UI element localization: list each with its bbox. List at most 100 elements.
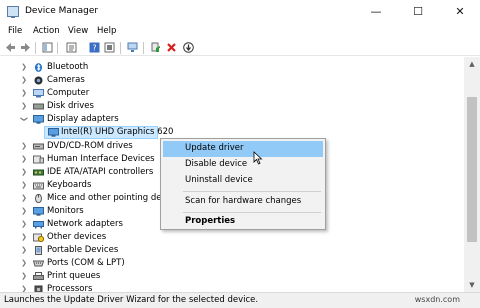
chevron-down-icon[interactable]: ❯ <box>19 115 29 123</box>
watermark: wsxdn.com <box>414 295 460 304</box>
help-icon[interactable]: ? <box>89 42 100 53</box>
tree-item-label: Keyboards <box>47 180 92 190</box>
tree-item-cameras[interactable]: ❯ Cameras <box>0 74 464 87</box>
computer-icon <box>33 89 44 98</box>
display-adapter-icon <box>48 128 59 137</box>
menu-view[interactable]: View <box>68 26 88 36</box>
tree-item-bluetooth[interactable]: ❯ Bluetooth <box>0 61 464 74</box>
status-bar: Launches the Update Driver Wizard for th… <box>0 292 480 308</box>
chevron-right-icon[interactable]: ❯ <box>20 180 28 190</box>
tree-item-display-adapters[interactable]: ❯ Display adapters <box>0 113 464 126</box>
chevron-right-icon[interactable]: ❯ <box>20 75 28 85</box>
keyboard-icon <box>33 182 44 190</box>
chevron-right-icon[interactable]: ❯ <box>20 232 28 242</box>
chevron-right-icon[interactable]: ❯ <box>20 245 28 255</box>
menu-help[interactable]: Help <box>97 26 116 36</box>
context-menu: Update driver Disable device Uninstall d… <box>160 138 326 230</box>
tree-item-label: Display adapters <box>47 114 119 124</box>
chevron-right-icon[interactable]: ❯ <box>20 193 28 203</box>
tree-item-processors[interactable]: ❯ Processors <box>0 283 464 292</box>
tree-item-print-queues[interactable]: ❯ Print queues <box>0 270 464 283</box>
tree-item-label: DVD/CD-ROM drives <box>47 141 133 151</box>
tree-item-label: Portable Devices <box>47 245 119 255</box>
tree-item-label: Other devices <box>47 232 107 242</box>
menu-item-label: Update driver <box>185 143 244 153</box>
menu-separator <box>183 191 321 192</box>
toolbar-divider <box>120 42 121 54</box>
close-button[interactable]: ✕ <box>440 0 480 24</box>
maximize-button[interactable]: ☐ <box>398 0 438 24</box>
mouse-cursor-icon <box>253 151 263 165</box>
scroll-up-icon[interactable]: ▲ <box>464 57 480 71</box>
hid-icon <box>33 155 44 164</box>
enable-device-icon[interactable] <box>183 42 194 53</box>
toolbar: ? <box>0 40 480 56</box>
chevron-right-icon[interactable]: ❯ <box>20 206 28 216</box>
scroll-down-icon[interactable]: ▼ <box>464 278 480 292</box>
tree-item-label: Bluetooth <box>47 62 89 72</box>
tree-item-disk-drives[interactable]: ❯ Disk drives <box>0 100 464 113</box>
menu-separator <box>183 212 321 213</box>
toolbar-divider <box>35 42 36 54</box>
tree-item-label: Cameras <box>47 75 85 85</box>
scan-hardware-changes-menu-item[interactable]: Scan for hardware changes <box>163 194 323 210</box>
update-driver-menu-item[interactable]: Update driver <box>163 141 323 157</box>
title-bar: Device Manager — ☐ ✕ <box>0 0 480 24</box>
menu-bar: File Action View Help <box>0 24 480 40</box>
properties-icon[interactable] <box>66 42 77 53</box>
tree-item-label: Print queues <box>47 271 101 281</box>
menu-item-label: Disable device <box>185 159 248 169</box>
chevron-right-icon[interactable]: ❯ <box>20 219 28 229</box>
toolbar-divider <box>57 42 58 54</box>
disable-device-menu-item[interactable]: Disable device <box>163 157 323 173</box>
chevron-right-icon[interactable]: ❯ <box>20 62 28 72</box>
forward-icon[interactable] <box>20 42 31 53</box>
chevron-right-icon[interactable]: ❯ <box>20 167 28 177</box>
tree-item-label: Monitors <box>47 206 84 216</box>
tree-item-computer[interactable]: ❯ Computer <box>0 87 464 100</box>
tree-item-label: IDE ATA/ATAPI controllers <box>47 167 154 177</box>
chevron-right-icon[interactable]: ❯ <box>20 284 28 292</box>
chevron-right-icon[interactable]: ❯ <box>20 258 28 268</box>
tree-item-label: Ports (COM & LPT) <box>47 258 125 268</box>
processor-icon <box>34 285 43 292</box>
minimize-button[interactable]: — <box>356 0 396 24</box>
uninstall-icon[interactable] <box>166 42 177 53</box>
update-driver-icon[interactable] <box>150 42 161 53</box>
scan-hardware-icon[interactable] <box>127 42 138 53</box>
tree-item-label: Processors <box>47 284 93 292</box>
tree-item-label: Disk drives <box>47 101 94 111</box>
tree-item-label: Computer <box>47 88 90 98</box>
chevron-right-icon[interactable]: ❯ <box>20 88 28 98</box>
tree-item-label: Network adapters <box>47 219 123 229</box>
monitor-icon <box>33 207 44 216</box>
mouse-icon <box>35 194 42 203</box>
dvd-drive-icon <box>33 143 44 150</box>
menu-file[interactable]: File <box>8 26 22 36</box>
tree-item-ports[interactable]: ❯ Ports (COM & LPT) <box>0 257 464 270</box>
camera-icon <box>34 76 43 85</box>
menu-item-label: Uninstall device <box>185 175 253 185</box>
menu-action[interactable]: Action <box>33 26 60 36</box>
disk-drive-icon <box>33 103 44 110</box>
tree-item-portable-devices[interactable]: ❯ Portable Devices <box>0 244 464 257</box>
window-title: Device Manager <box>25 6 99 16</box>
chevron-right-icon[interactable]: ❯ <box>20 154 28 164</box>
chevron-right-icon[interactable]: ❯ <box>20 141 28 151</box>
action-icon[interactable] <box>104 42 115 53</box>
back-icon[interactable] <box>5 42 16 53</box>
show-hide-tree-icon[interactable] <box>42 42 53 53</box>
toolbar-divider <box>143 42 144 54</box>
chevron-right-icon[interactable]: ❯ <box>20 101 28 111</box>
printer-icon <box>33 272 44 280</box>
scrollbar-thumb[interactable] <box>467 97 477 242</box>
tree-item-other-devices[interactable]: ❯ Other devices <box>0 231 464 244</box>
tree-item-label: Intel(R) UHD Graphics 620 <box>61 127 174 137</box>
ide-controller-icon <box>33 169 44 176</box>
properties-menu-item[interactable]: Properties <box>163 214 323 230</box>
vertical-scrollbar[interactable]: ▲ ▼ <box>464 57 480 292</box>
device-manager-icon <box>7 6 19 18</box>
chevron-right-icon[interactable]: ❯ <box>20 271 28 281</box>
other-devices-icon <box>33 233 44 242</box>
uninstall-device-menu-item[interactable]: Uninstall device <box>163 173 323 189</box>
